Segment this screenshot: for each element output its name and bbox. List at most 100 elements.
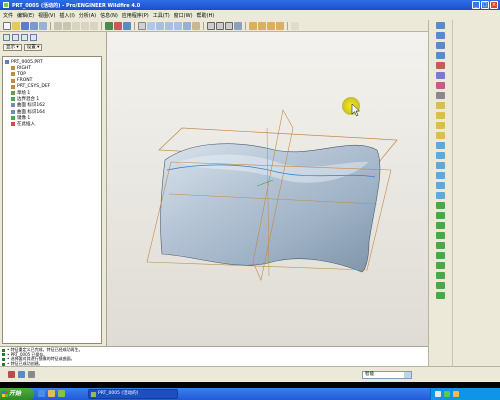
graphics-window[interactable]	[107, 32, 428, 346]
undo-icon[interactable]	[54, 21, 62, 30]
model-scene[interactable]	[107, 32, 428, 346]
wireframe-icon[interactable]	[207, 21, 215, 30]
menu-file[interactable]: 文件	[3, 12, 13, 19]
toolbar-separator	[287, 21, 288, 30]
menu-tools[interactable]: 工具(T)	[153, 12, 170, 19]
shell-tool-icon[interactable]	[436, 152, 445, 159]
model-tree-item-label: RIGHT	[17, 65, 32, 71]
proe-icon[interactable]	[58, 390, 65, 397]
revolve-tool-icon[interactable]	[436, 112, 445, 119]
trim-tool-icon[interactable]	[436, 242, 445, 249]
mirror-tool-icon[interactable]	[436, 222, 445, 229]
offset-tool-icon[interactable]	[436, 282, 445, 289]
folder-icon[interactable]	[48, 390, 55, 397]
refit-icon[interactable]	[174, 21, 182, 30]
maximize-button[interactable]: □	[481, 1, 489, 9]
paste-icon[interactable]	[90, 21, 98, 30]
speaker-icon[interactable]	[435, 391, 441, 397]
save-icon[interactable]	[21, 21, 29, 30]
style-tool-icon[interactable]	[436, 212, 445, 219]
chamfer-tool-icon[interactable]	[436, 192, 445, 199]
layers-icon[interactable]	[192, 21, 200, 30]
point-tool-icon[interactable]	[436, 52, 445, 59]
hidden-line-icon[interactable]	[216, 21, 224, 30]
network-icon[interactable]	[444, 391, 450, 397]
model-tree-tab-icon[interactable]	[3, 33, 10, 41]
sweep-tool-icon[interactable]	[436, 122, 445, 129]
rib-tool-icon[interactable]	[436, 162, 445, 169]
datum-planes-icon[interactable]	[249, 21, 257, 30]
find-icon[interactable]	[114, 21, 122, 30]
merge-tool-icon[interactable]	[436, 232, 445, 239]
csys-tool-icon[interactable]	[436, 72, 445, 79]
analysis-tool-icon[interactable]	[436, 82, 445, 89]
shading-icon[interactable]	[234, 21, 242, 30]
chevron-down-icon[interactable]	[404, 372, 411, 378]
taskbar-window-button[interactable]: PRT_0005 (活动的)	[88, 389, 178, 399]
draft-tool-icon[interactable]	[436, 172, 445, 179]
sketch-tool-icon[interactable]	[436, 62, 445, 69]
boundary-blend-icon[interactable]	[436, 202, 445, 209]
curve-tool-icon[interactable]	[436, 42, 445, 49]
right-dock	[452, 20, 500, 366]
navigator-tabs: 显示 ▾ 设置 ▾	[0, 42, 106, 52]
minimize-button[interactable]: _	[472, 1, 480, 9]
show-dropdown[interactable]: 显示 ▾	[3, 43, 22, 51]
status-light-icon[interactable]	[8, 371, 15, 378]
menu-edit[interactable]: 编辑(E)	[17, 12, 34, 19]
datum-points-icon[interactable]	[267, 21, 275, 30]
round-tool-icon[interactable]	[436, 182, 445, 189]
menu-info[interactable]: 信息(N)	[100, 12, 118, 19]
copy-icon[interactable]	[81, 21, 89, 30]
repaint-icon[interactable]	[138, 21, 146, 30]
solidify-tool-icon[interactable]	[436, 272, 445, 279]
close-button[interactable]: ×	[490, 1, 498, 9]
datum-axes-icon[interactable]	[258, 21, 266, 30]
menu-analysis[interactable]: 分析(A)	[79, 12, 96, 19]
extrude-tool-icon[interactable]	[436, 102, 445, 109]
new-file-icon[interactable]	[3, 21, 11, 30]
select-icon[interactable]	[123, 21, 131, 30]
start-button[interactable]: 开始	[0, 388, 34, 400]
hole-tool-icon[interactable]	[436, 142, 445, 149]
selection-filter-select[interactable]: 智能	[362, 371, 412, 379]
help-icon[interactable]	[291, 21, 299, 30]
menu-help[interactable]: 帮助(H)	[197, 12, 215, 19]
feature-icon	[11, 66, 15, 71]
connections-tab-icon[interactable]	[30, 33, 37, 41]
csys-icon[interactable]	[276, 21, 284, 30]
zoom-out-icon[interactable]	[165, 21, 173, 30]
print-icon[interactable]	[30, 21, 38, 30]
view-manager-icon[interactable]	[183, 21, 191, 30]
open-folder-icon[interactable]	[12, 21, 20, 30]
regen-status-icon[interactable]	[18, 371, 25, 378]
regenerate-icon[interactable]	[105, 21, 113, 30]
orient-icon[interactable]	[147, 21, 155, 30]
status-bar: 智能	[0, 366, 500, 382]
email-icon[interactable]	[39, 21, 47, 30]
edit-tool-icon[interactable]	[436, 92, 445, 99]
settings-dropdown[interactable]: 设置 ▾	[23, 43, 43, 51]
zoom-in-icon[interactable]	[156, 21, 164, 30]
model-tree-item-label: PRT_CSYS_DEF	[17, 84, 51, 90]
favorites-tab-icon[interactable]	[21, 33, 28, 41]
folder-browser-tab-icon[interactable]	[12, 33, 19, 41]
extend-tool-icon[interactable]	[436, 292, 445, 299]
menu-applications[interactable]: 应用程序(P)	[122, 12, 149, 19]
plane-tool-icon[interactable]	[436, 22, 445, 29]
cut-icon[interactable]	[72, 21, 80, 30]
blend-tool-icon[interactable]	[436, 132, 445, 139]
browser-icon[interactable]	[38, 390, 45, 397]
menu-view[interactable]: 视图(V)	[38, 12, 55, 19]
pattern-tool-icon[interactable]	[436, 252, 445, 259]
security-icon[interactable]	[453, 391, 459, 397]
no-hidden-icon[interactable]	[225, 21, 233, 30]
thicken-tool-icon[interactable]	[436, 262, 445, 269]
menu-window[interactable]: 窗口(W)	[174, 12, 193, 19]
selection-status-icon[interactable]	[28, 371, 35, 378]
menu-insert[interactable]: 插入(I)	[59, 12, 74, 19]
window-titlebar[interactable]: PRT_0005 (活动的) - Pro/ENGINEER Wildfire 4…	[0, 0, 500, 10]
redo-icon[interactable]	[63, 21, 71, 30]
model-tree-item[interactable]: 在此插入	[5, 121, 101, 127]
axis-tool-icon[interactable]	[436, 32, 445, 39]
